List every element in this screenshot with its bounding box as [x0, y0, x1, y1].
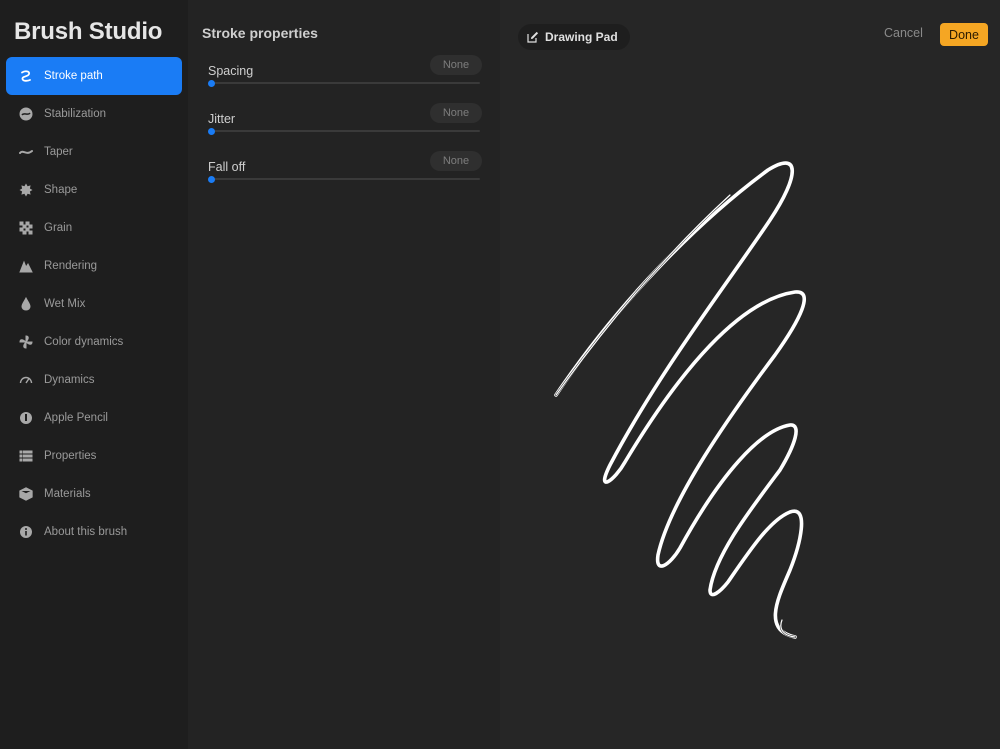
fall-off-slider-knob[interactable] [208, 175, 215, 183]
sidebar-item-label: Stabilization [44, 108, 107, 120]
sidebar-item-apple-pencil[interactable]: Apple Pencil [6, 399, 182, 437]
stroke-properties-panel: Stroke properties Spacing None Jitter No… [188, 0, 500, 749]
sidebar-item-label: Properties [44, 450, 97, 462]
sidebar-item-label: Stroke path [44, 70, 103, 82]
cancel-button[interactable]: Cancel [884, 26, 923, 40]
drawing-pad-label[interactable]: Drawing Pad [518, 24, 630, 50]
sidebar-item-taper[interactable]: Taper [6, 133, 182, 171]
sidebar-item-label: Shape [44, 184, 78, 196]
sidebar-nav: Stroke path Stabilization Taper Shape Gr… [6, 57, 182, 551]
sidebar-item-grain[interactable]: Grain [6, 209, 182, 247]
panel-title: Stroke properties [202, 25, 318, 41]
grain-icon [16, 218, 36, 238]
sidebar-item-label: Materials [44, 488, 91, 500]
done-button[interactable]: Done [940, 23, 988, 46]
about-icon [16, 522, 36, 542]
spacing-slider[interactable] [208, 79, 480, 87]
sidebar-item-label: About this brush [44, 526, 128, 538]
jitter-slider[interactable] [208, 127, 480, 135]
sidebar-item-properties[interactable]: Properties [6, 437, 182, 475]
sidebar-item-stabilization[interactable]: Stabilization [6, 95, 182, 133]
spacing-setting: Spacing None [208, 55, 482, 96]
sidebar-item-label: Taper [44, 146, 73, 158]
jitter-label: Jitter [208, 112, 236, 126]
fall-off-value: None [430, 151, 482, 171]
sidebar: Brush Studio Stroke path Stabilization T… [0, 0, 188, 749]
sidebar-item-materials[interactable]: Materials [6, 475, 182, 513]
preview-stroke [554, 161, 807, 639]
edit-icon [527, 31, 539, 43]
spacing-label: Spacing [208, 64, 254, 78]
sidebar-item-dynamics[interactable]: Dynamics [6, 361, 182, 399]
spacing-slider-knob[interactable] [208, 79, 215, 87]
app-title: Brush Studio [14, 18, 163, 45]
sidebar-item-label: Dynamics [44, 374, 95, 386]
properties-icon [16, 446, 36, 466]
materials-icon [16, 484, 36, 504]
sidebar-item-shape[interactable]: Shape [6, 171, 182, 209]
fall-off-setting: Fall off None [208, 151, 482, 192]
sidebar-item-label: Color dynamics [44, 336, 124, 348]
wet-mix-icon [16, 294, 36, 314]
sidebar-item-label: Rendering [44, 260, 98, 272]
fall-off-slider[interactable] [208, 175, 480, 183]
sidebar-item-label: Wet Mix [44, 298, 86, 310]
dynamics-icon [16, 370, 36, 390]
sidebar-item-color-dynamics[interactable]: Color dynamics [6, 323, 182, 361]
stroke-path-icon [16, 66, 36, 86]
spacing-value: None [430, 55, 482, 75]
jitter-slider-knob[interactable] [208, 127, 215, 135]
sidebar-item-wet-mix[interactable]: Wet Mix [6, 285, 182, 323]
fall-off-label: Fall off [208, 160, 246, 174]
rendering-icon [16, 256, 36, 276]
apple-pencil-icon [16, 408, 36, 428]
taper-icon [16, 142, 36, 162]
drawing-pad[interactable]: Drawing Pad Cancel Done [500, 0, 1000, 749]
sidebar-item-rendering[interactable]: Rendering [6, 247, 182, 285]
jitter-value: None [430, 103, 482, 123]
shape-icon [16, 180, 36, 200]
sidebar-item-about[interactable]: About this brush [6, 513, 182, 551]
stabilization-icon [16, 104, 36, 124]
sidebar-item-stroke-path[interactable]: Stroke path [6, 57, 182, 95]
jitter-setting: Jitter None [208, 103, 482, 144]
sidebar-item-label: Apple Pencil [44, 412, 108, 424]
sidebar-item-label: Grain [44, 222, 73, 234]
drawing-pad-title: Drawing Pad [545, 30, 618, 44]
color-dynamics-icon [16, 332, 36, 352]
